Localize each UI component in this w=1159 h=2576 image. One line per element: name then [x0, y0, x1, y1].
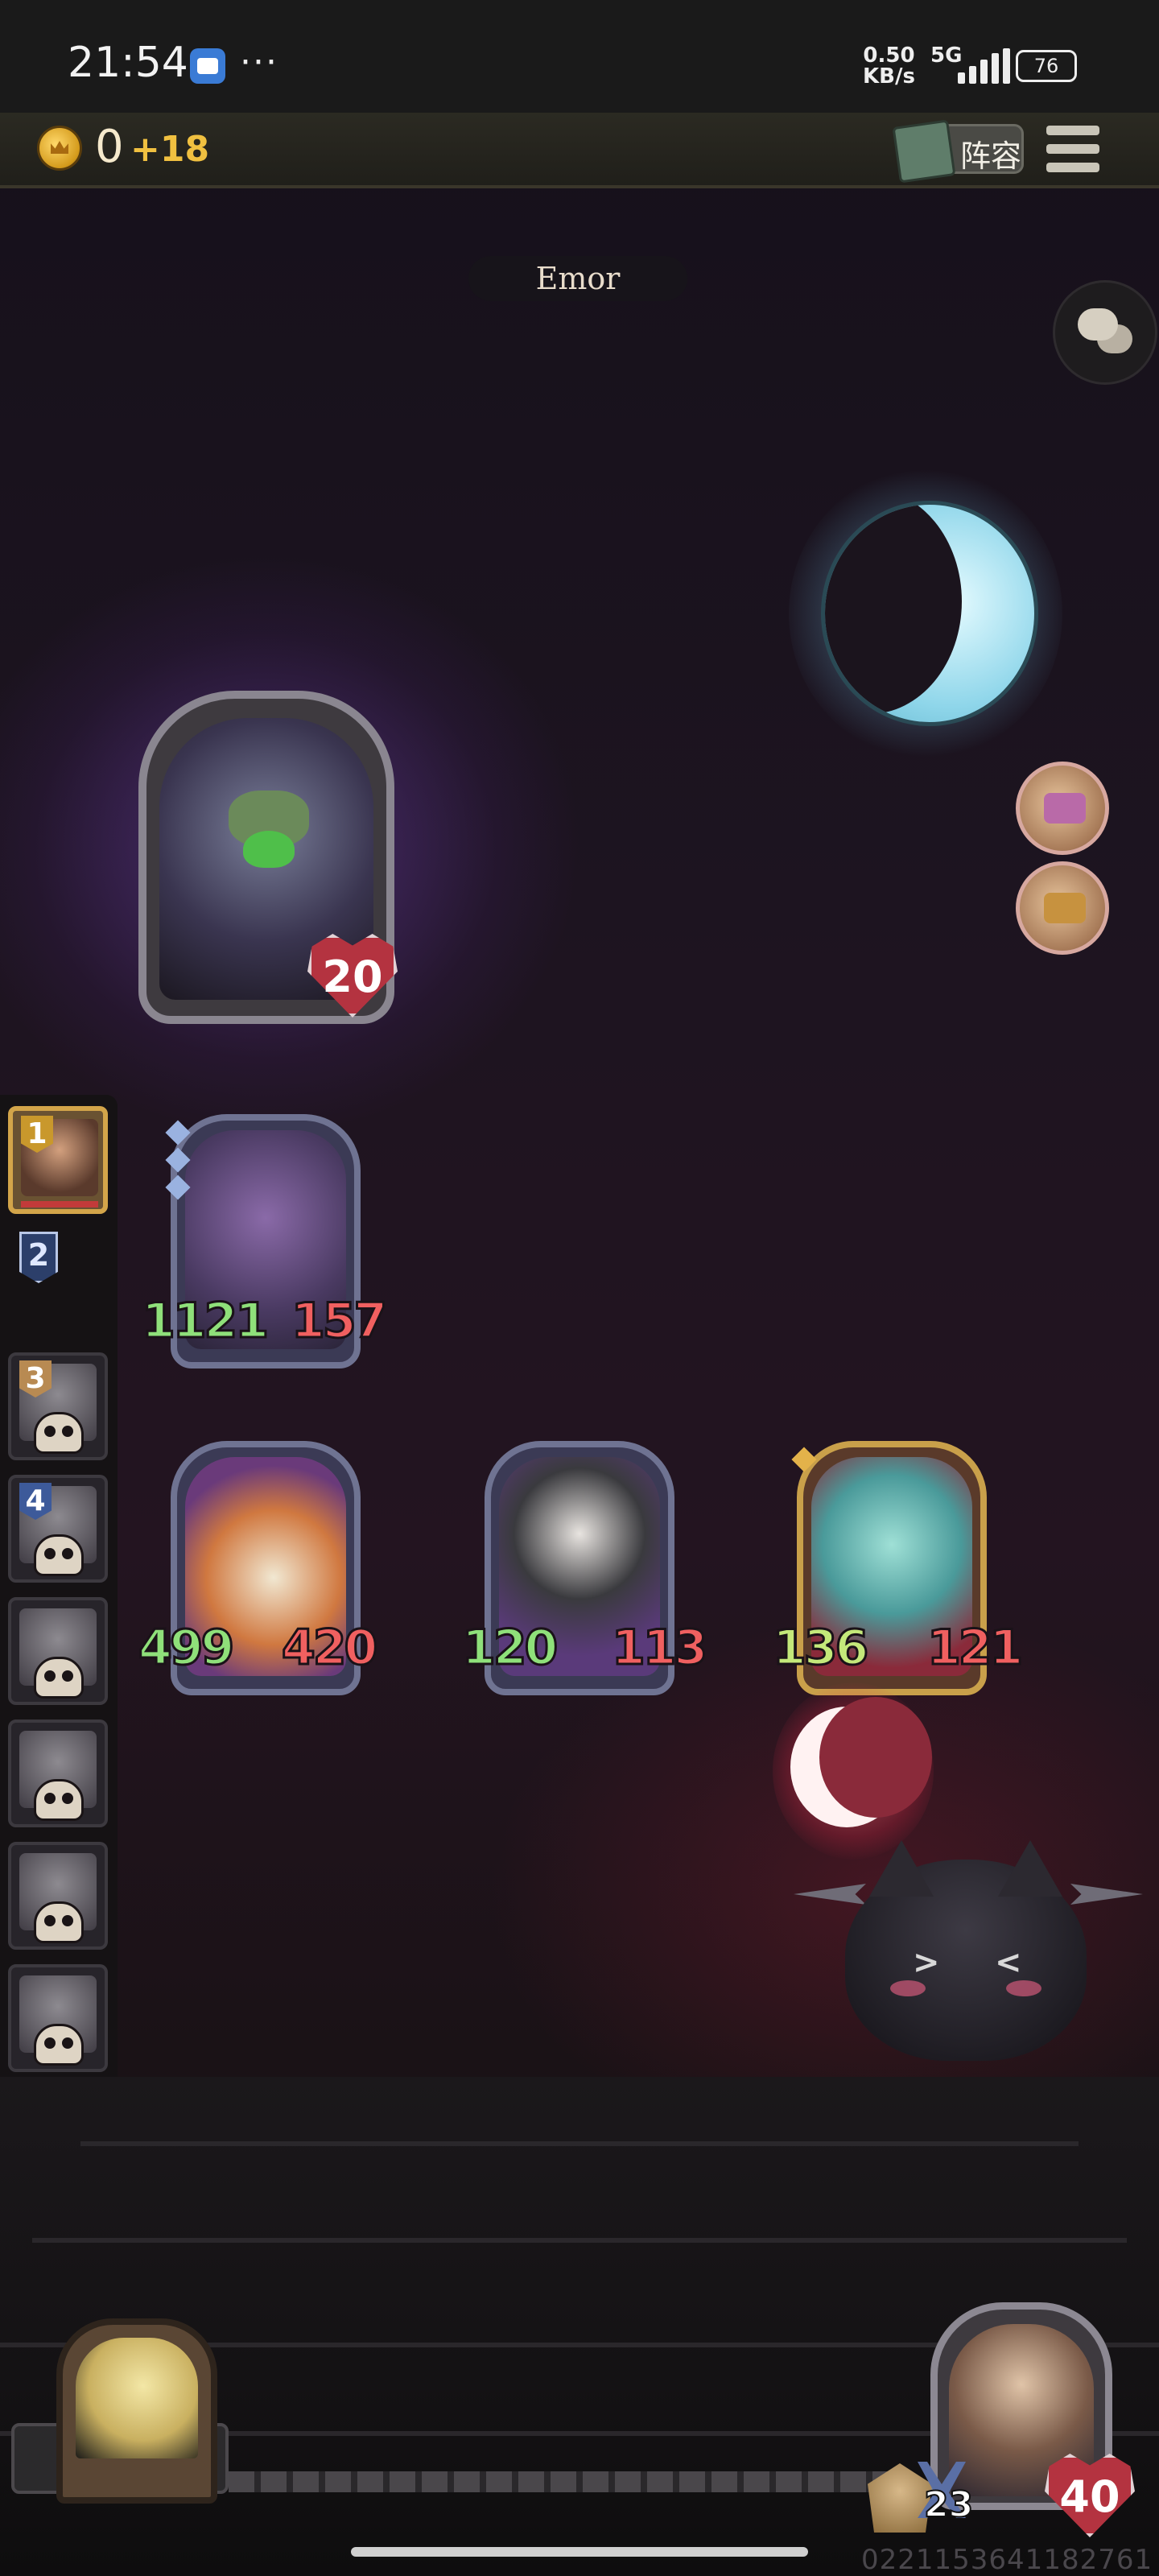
book-icon [892, 119, 956, 184]
net-speed-value: 0.50 [863, 43, 915, 68]
opponent-health-value: 20 [322, 952, 383, 1002]
ranking-slot-8[interactable] [8, 1964, 108, 2072]
skull-icon [34, 1534, 84, 1576]
moon-phase-indicator [789, 469, 1062, 758]
red-moon-effect [773, 1682, 934, 1860]
signal-icon [958, 48, 1014, 84]
skull-icon [34, 1412, 84, 1454]
gold-amount: 0 [95, 121, 124, 173]
minion-attack: 499 [137, 1619, 235, 1678]
ranking-slot-3[interactable]: 3 [8, 1352, 108, 1460]
minion-health: 121 [926, 1619, 1024, 1678]
ranking-slot-1[interactable]: 1 [8, 1106, 108, 1214]
gold-coin-icon [37, 126, 82, 171]
lineup-label: 阵容 [960, 138, 1022, 174]
user-id: 0221153641182761 [861, 2544, 1153, 2576]
more-notifications-icon: ··· [240, 42, 278, 83]
ranking-slot-4[interactable]: 4 [8, 1475, 108, 1583]
status-bar: 21:54 ··· 0.50 KB/s 5G 76 [0, 0, 1159, 113]
ranking-slot-7[interactable] [8, 1842, 108, 1950]
skull-icon [34, 1901, 84, 1943]
health-bar [21, 1201, 98, 1208]
minion-health: 113 [610, 1619, 708, 1678]
message-app-icon [190, 48, 225, 84]
lineup-button[interactable]: 阵容 [892, 119, 1024, 184]
spike-icon [1070, 1884, 1143, 1905]
home-indicator[interactable] [351, 2547, 808, 2557]
player-health: 40 [1045, 2454, 1135, 2537]
ranking-slot-6[interactable] [8, 1719, 108, 1827]
skull-icon [34, 1779, 84, 1821]
menu-icon[interactable] [1046, 126, 1099, 172]
minion-attack: 136 [771, 1619, 869, 1678]
skull-icon [34, 1657, 84, 1699]
minion-attack: 1121 [141, 1292, 270, 1351]
gold-income: +18 [130, 129, 210, 170]
spike-icon [794, 1884, 866, 1905]
battery-icon: 76 [1016, 50, 1077, 82]
slime-pet[interactable]: > < [845, 1840, 1087, 2061]
werewolf-moon-icon [76, 2338, 198, 2458]
minion-attack: 120 [460, 1619, 559, 1678]
opponent-name: Emor [468, 256, 687, 301]
net-speed-unit: KB/s [863, 64, 915, 89]
player-armor-value: 23 [923, 2483, 974, 2526]
opponent-health: 20 [307, 934, 398, 1018]
trinket-token-2[interactable] [1016, 861, 1109, 955]
hero-power-button[interactable] [56, 2318, 217, 2504]
net-speed: 0.50 KB/s [863, 45, 915, 87]
minion-health: 420 [280, 1619, 378, 1678]
minion-health: 157 [290, 1292, 388, 1351]
ranking-slot-5[interactable] [8, 1597, 108, 1705]
skull-icon [34, 2024, 84, 2066]
chat-icon[interactable] [1053, 280, 1157, 385]
clock: 21:54 [68, 39, 188, 87]
player-health-value: 40 [1059, 2471, 1120, 2522]
trinket-token-1[interactable] [1016, 762, 1109, 855]
chain-decoration [229, 2471, 889, 2492]
